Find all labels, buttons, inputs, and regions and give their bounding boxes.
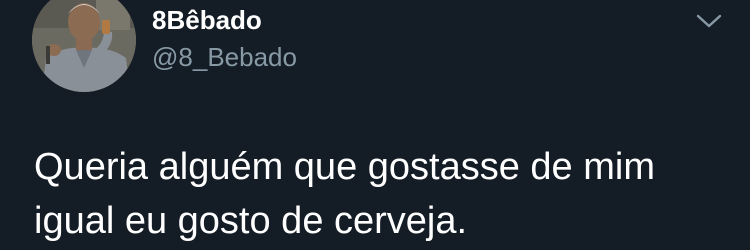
user-handle[interactable]: @8_Bebado: [152, 41, 297, 73]
tweet-text-line: igual eu gosto de cerveja.: [34, 200, 468, 242]
tweet-text: Queria alguém que gostasse de mim igual …: [34, 140, 734, 248]
avatar-image: [32, 0, 136, 92]
tweet-card: 8Bêbado @8_Bebado Queria alguém que gost…: [0, 0, 750, 250]
avatar[interactable]: [32, 0, 136, 92]
chevron-down-icon: [696, 14, 722, 28]
tweet-menu-button[interactable]: [694, 10, 724, 32]
tweet-text-line: Queria alguém que gostasse de mim: [34, 146, 655, 188]
display-name[interactable]: 8Bêbado: [152, 4, 262, 36]
